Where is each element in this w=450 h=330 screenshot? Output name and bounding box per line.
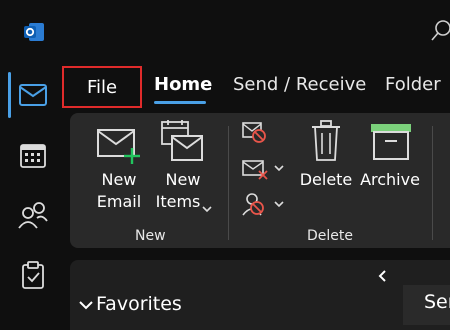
new-items-button[interactable]: New Items xyxy=(150,120,216,215)
chevron-down-icon xyxy=(78,294,94,316)
tab-home[interactable]: Home xyxy=(154,74,212,95)
new-email-icon xyxy=(96,124,142,170)
new-email-label-1: New xyxy=(101,170,137,189)
delete-button[interactable]: Delete xyxy=(298,120,354,195)
new-items-label-1: New xyxy=(165,170,201,189)
delete-group-label: Delete xyxy=(307,228,353,244)
rail-active-indicator xyxy=(8,72,11,118)
tab-home-underline xyxy=(154,101,206,104)
favorites-section[interactable]: Favorites xyxy=(78,293,182,316)
tab-send-receive[interactable]: Send / Receive xyxy=(233,74,366,95)
new-items-label-2: Items xyxy=(155,192,201,211)
ribbon-separator xyxy=(432,126,433,240)
chevron-left-icon[interactable] xyxy=(377,268,389,282)
outlook-logo-icon xyxy=(22,20,46,44)
calendar-icon[interactable] xyxy=(18,140,48,170)
ribbon-separator xyxy=(228,126,229,240)
search-icon[interactable] xyxy=(430,18,450,44)
chevron-down-icon xyxy=(202,198,212,217)
tab-folder[interactable]: Folder xyxy=(385,74,441,95)
tab-file-label: File xyxy=(86,76,118,98)
new-email-label-2: Email xyxy=(96,192,142,211)
mail-icon[interactable] xyxy=(18,80,48,110)
archive-icon xyxy=(370,123,412,165)
message-list-header-label: Ser xyxy=(424,291,450,313)
tasks-icon[interactable] xyxy=(18,260,48,290)
delete-label: Delete xyxy=(299,170,353,189)
clean-up-button[interactable] xyxy=(240,157,286,181)
new-email-button[interactable]: New Email xyxy=(90,120,148,215)
archive-button[interactable]: Archive xyxy=(360,120,420,195)
ignore-button[interactable] xyxy=(240,120,270,146)
new-group-label: New xyxy=(135,228,166,244)
trash-icon xyxy=(310,120,342,166)
tab-file[interactable]: File xyxy=(62,66,142,108)
new-items-icon xyxy=(160,120,206,168)
people-icon[interactable] xyxy=(18,200,48,230)
archive-label: Archive xyxy=(360,170,420,189)
favorites-label: Favorites xyxy=(96,293,182,315)
junk-button[interactable] xyxy=(240,191,286,217)
